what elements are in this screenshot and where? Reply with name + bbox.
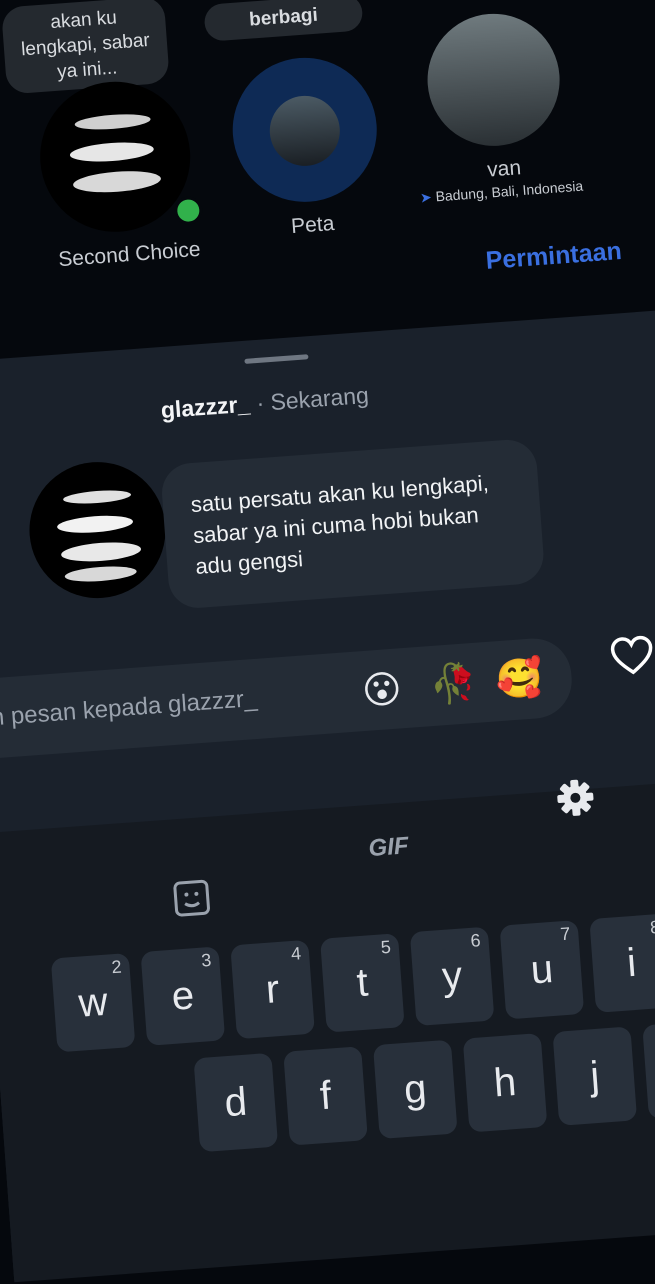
key-label: h (492, 1059, 518, 1106)
notes-row: da ktif akan ku lengkapi, sabar ya ini..… (0, 0, 655, 315)
reply-input-placeholder[interactable]: n pesan kepada glazzzr_ (0, 685, 258, 732)
key-number: 3 (200, 949, 213, 971)
location-arrow-icon: ➤ (419, 188, 433, 206)
keyboard-settings-gear-icon[interactable] (554, 776, 597, 824)
key-label: j (588, 1053, 601, 1099)
message-bubble[interactable]: satu persatu akan ku lengkapi, sabar ya … (159, 437, 546, 610)
key-label: w (77, 979, 110, 1026)
key-label: f (318, 1073, 333, 1119)
sheet-drag-handle[interactable] (244, 354, 309, 364)
location-text: Badung, Bali, Indonesia (435, 177, 584, 205)
gif-button[interactable]: GIF (368, 832, 410, 863)
key-label: d (223, 1079, 249, 1126)
key-number: 5 (380, 936, 392, 958)
online-status-dot (173, 195, 204, 226)
key-number: 8 (649, 916, 655, 938)
key-r[interactable]: r4 (230, 939, 315, 1040)
key-j[interactable]: j (552, 1026, 638, 1126)
key-y[interactable]: y6 (409, 926, 495, 1027)
note-avatar-4[interactable] (422, 9, 565, 151)
note-bubble-2[interactable]: akan ku lengkapi, sabar ya ini... (0, 0, 170, 95)
note-location-4: ➤ Badung, Bali, Indonesia (419, 178, 583, 207)
key-e[interactable]: e3 (140, 946, 226, 1046)
message-time: · Sekarang (255, 381, 370, 417)
keyboard: GIF w2 e3 r4 t5 y6 u7 i8 d f g h j (0, 776, 655, 1283)
key-label: y (440, 953, 464, 999)
reaction-surprised-icon[interactable]: 😮 (360, 666, 404, 714)
note-avatar-2[interactable] (34, 76, 196, 238)
note-name-3: Peta (290, 211, 336, 239)
note-avatar-3[interactable] (227, 52, 382, 207)
key-number: 2 (110, 956, 123, 978)
key-label: r (264, 967, 281, 1012)
avatar-figures-icon (69, 114, 161, 193)
sender-name[interactable]: glazzzr_ (160, 391, 251, 423)
reaction-wilted-rose-icon[interactable]: 🥀 (428, 661, 478, 708)
key-g[interactable]: g (372, 1039, 458, 1140)
message-header: glazzzr_ · Sekarang (160, 382, 370, 424)
reaction-smiling-hearts-icon[interactable]: 🥰 (494, 656, 544, 703)
key-u[interactable]: u7 (499, 920, 585, 1020)
key-t[interactable]: t5 (320, 933, 405, 1033)
key-label: i (625, 940, 638, 986)
note-name-4: van (486, 156, 522, 182)
sender-avatar[interactable] (24, 457, 171, 603)
avatar-figures-icon (57, 490, 141, 582)
sticker-icon[interactable] (170, 877, 213, 925)
screen: da ktif akan ku lengkapi, sabar ya ini..… (0, 0, 655, 1283)
key-label: g (402, 1066, 429, 1113)
key-label: u (529, 946, 555, 993)
key-number: 7 (559, 923, 572, 945)
key-h[interactable]: h (462, 1033, 548, 1133)
heart-icon[interactable] (609, 634, 655, 682)
key-k[interactable]: k (642, 1019, 655, 1120)
key-number: 4 (290, 943, 302, 965)
key-number: 6 (469, 930, 482, 951)
note-bubble-3[interactable]: berbagi (203, 0, 364, 42)
key-d[interactable]: d (193, 1052, 279, 1153)
key-i[interactable]: i8 (589, 913, 655, 1013)
key-f[interactable]: f (283, 1046, 368, 1146)
requests-link[interactable]: Permintaan (485, 237, 623, 276)
key-label: e (170, 973, 196, 1019)
key-label: t (355, 960, 370, 1006)
key-w[interactable]: w2 (50, 952, 136, 1053)
note-name-2: Second Choice (57, 237, 202, 272)
reply-bar[interactable]: n pesan kepada glazzzr_ 😮 🥀 🥰 (0, 635, 575, 762)
